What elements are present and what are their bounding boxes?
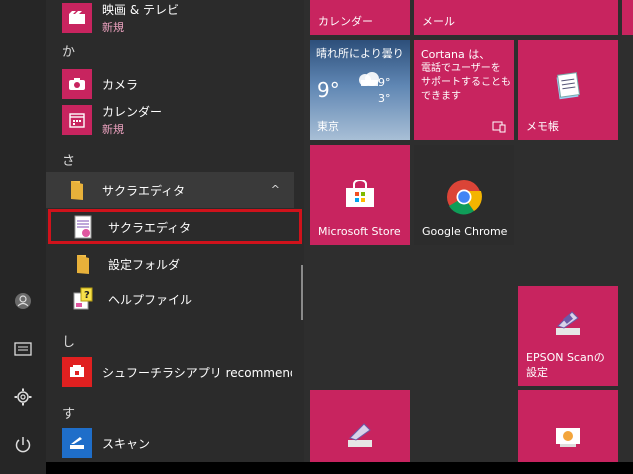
calendar-icon (62, 105, 92, 135)
start-rail (0, 0, 46, 474)
scan-icon (62, 428, 92, 458)
shufoo-label: シュフーチラシアプリ recommended b... (102, 365, 292, 380)
calendar-new-badge: 新規 (102, 123, 124, 136)
weather-temp: 9° (317, 78, 340, 102)
documents-button[interactable] (0, 326, 46, 372)
tile-memo[interactable]: メモ帳 (518, 40, 618, 140)
folder-icon (62, 175, 92, 205)
chrome-icon (447, 180, 482, 215)
help-file-label: ヘルプファイル (108, 292, 193, 307)
section-header-su[interactable]: す (62, 403, 75, 422)
tile-google-chrome[interactable]: Google Chrome (414, 145, 514, 245)
scan-label: スキャン (102, 436, 151, 451)
gear-icon (14, 388, 32, 406)
tile-store-label: Microsoft Store (318, 225, 401, 238)
chevron-up-icon[interactable]: ^ (271, 183, 280, 196)
list-item-movies[interactable]: 映画 & テレビ 新規 (46, 0, 296, 36)
list-item-settings-folder[interactable]: 設定フォルダ (50, 246, 300, 282)
tile-epson-scan[interactable]: EPSON Scanの 設定 (518, 286, 618, 386)
weather-title: 晴れ所により曇り (316, 47, 404, 60)
cortana-device-icon (492, 121, 506, 133)
section-header-ka[interactable]: か (62, 41, 75, 60)
camera-label: カメラ (102, 77, 139, 92)
store-bag-icon (346, 180, 374, 207)
calendar-label: カレンダー (102, 105, 163, 119)
svg-text:?: ? (84, 290, 90, 301)
weather-cloud-icon (359, 72, 379, 86)
scrollbar[interactable] (301, 265, 303, 320)
movies-new-badge: 新規 (102, 21, 124, 34)
power-button[interactable] (0, 422, 46, 468)
scanner-icon (348, 423, 372, 447)
movies-label: 映画 & テレビ (102, 3, 179, 17)
taskbar-edge (46, 462, 633, 474)
shufoo-icon (62, 357, 92, 387)
tile-epson-label: EPSON Scanの 設定 (526, 351, 605, 379)
tile-gap (622, 40, 633, 140)
power-icon (15, 437, 31, 453)
list-item-help-file[interactable]: ? ヘルプファイル (50, 281, 300, 317)
list-item-scan[interactable]: スキャン (46, 425, 296, 461)
folder-sakura-editor[interactable]: サクラエディタ ^ (46, 172, 294, 208)
tile-memo-label: メモ帳 (526, 120, 559, 133)
documents-icon (14, 342, 32, 356)
movies-icon (62, 3, 92, 33)
epson-scan-icon (556, 311, 580, 335)
cortana-body: 電話でユーザーを サポートすることも できます (421, 63, 511, 102)
user-button[interactable] (0, 278, 46, 324)
settings-button[interactable] (0, 374, 46, 420)
app-list: 映画 & テレビ 新規 か カメラ カレンダー 新規 さ サクラエディタ ^ サ… (46, 0, 304, 474)
tile-chrome-label: Google Chrome (422, 225, 508, 238)
tile-mail[interactable]: メール (414, 0, 618, 35)
tile-calendar[interactable]: カレンダー (310, 0, 410, 35)
weather-city: 東京 (317, 120, 339, 133)
app-bottom-icon (556, 428, 580, 447)
tile-cortana[interactable]: Cortana は、 電話でユーザーを サポートすることも できます (414, 40, 514, 140)
list-item-calendar[interactable]: カレンダー 新規 (46, 102, 296, 138)
weather-low: 3° (378, 92, 391, 105)
tile-microsoft-store[interactable]: Microsoft Store (310, 145, 410, 245)
tile-weather[interactable]: 晴れ所により曇り 9° 9° 3° 東京 (310, 40, 410, 140)
list-item-camera[interactable]: カメラ (46, 66, 296, 102)
user-icon (15, 293, 31, 309)
camera-icon (62, 69, 92, 99)
section-header-shi[interactable]: し (62, 331, 75, 350)
settings-folder-label: 設定フォルダ (108, 257, 181, 272)
tile-calendar-label: カレンダー (318, 15, 373, 28)
tile-mail-label: メール (422, 15, 455, 28)
notepad-icon (556, 72, 580, 100)
section-header-sa[interactable]: さ (62, 150, 75, 169)
cortana-title: Cortana は、 (421, 48, 491, 61)
folder-sakura-label: サクラエディタ (102, 183, 186, 198)
list-item-shufoo[interactable]: シュフーチラシアプリ recommended b... (46, 354, 296, 390)
folder-icon (68, 249, 98, 279)
tile-partial-right[interactable] (622, 0, 633, 35)
help-file-icon: ? (68, 284, 98, 314)
highlight-box (48, 209, 302, 244)
